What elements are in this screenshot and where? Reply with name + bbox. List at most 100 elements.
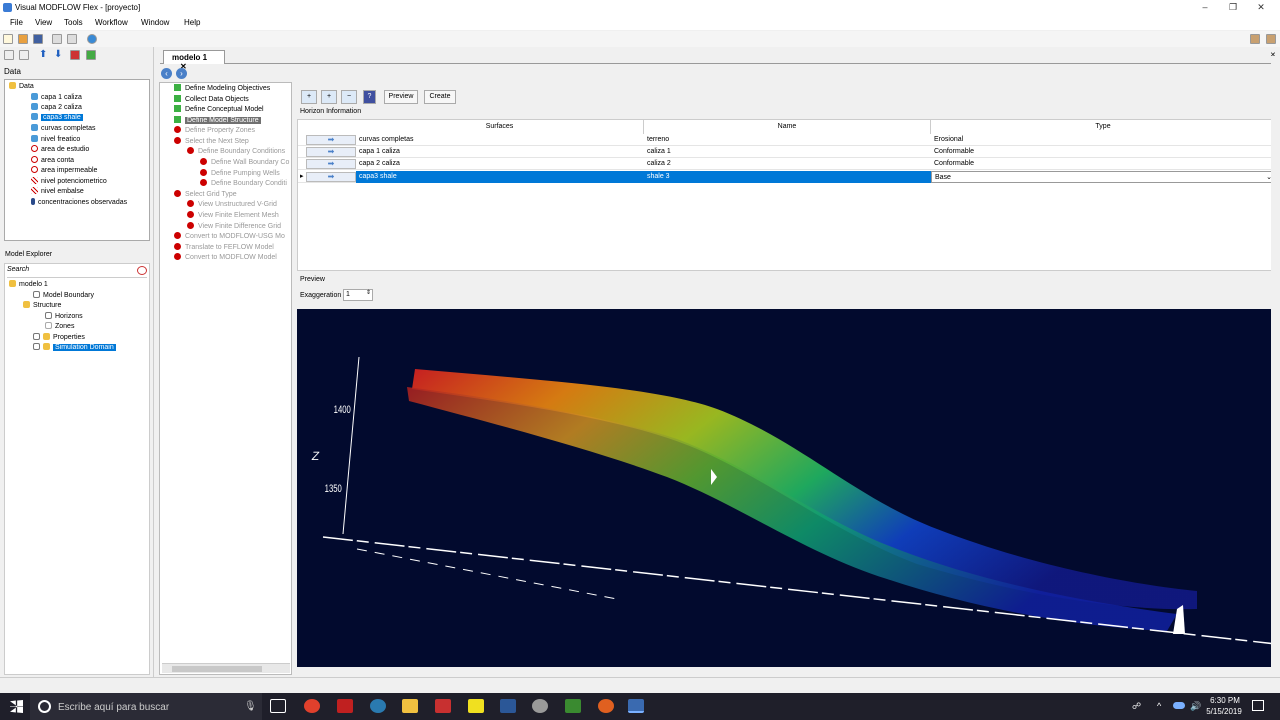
menu-file[interactable]: File bbox=[10, 18, 23, 27]
help-icon[interactable] bbox=[87, 34, 97, 44]
tree-item-data[interactable]: curvas completas bbox=[31, 124, 95, 133]
tree-item-simulation-domain[interactable]: Simulation Domain bbox=[33, 343, 116, 352]
app-icon-green[interactable] bbox=[565, 699, 581, 713]
workflow-step-current[interactable]: Define Model Structure bbox=[174, 116, 261, 126]
search-icon[interactable] bbox=[137, 266, 147, 275]
column-header-surfaces[interactable]: Surfaces bbox=[356, 120, 644, 134]
menu-help[interactable]: Help bbox=[184, 18, 200, 27]
workflow-step[interactable]: Convert to MODFLOW Model bbox=[174, 253, 277, 263]
column-header-type[interactable]: Type bbox=[931, 120, 1276, 134]
sticky-notes-icon[interactable] bbox=[468, 699, 484, 713]
open-icon[interactable] bbox=[18, 34, 28, 44]
table-row[interactable]: ➡ capa 2 caliza caliza 2 Conformable bbox=[298, 158, 1276, 170]
arrow-icon[interactable]: ➡ bbox=[306, 147, 356, 157]
3d-viewer[interactable]: Z 1400 1350 bbox=[297, 309, 1277, 667]
tree-item-model[interactable]: modelo 1 bbox=[9, 280, 48, 289]
panel-icon[interactable] bbox=[67, 34, 77, 44]
arrow-icon[interactable]: ➡ bbox=[306, 135, 356, 145]
back-icon[interactable]: ‹ bbox=[161, 68, 172, 79]
menu-workflow[interactable]: Workflow bbox=[95, 18, 128, 27]
flag-icon[interactable] bbox=[1266, 34, 1276, 44]
checkbox[interactable] bbox=[33, 333, 40, 340]
chevron-up-icon[interactable]: ^ bbox=[1157, 701, 1161, 711]
horizontal-scrollbar[interactable] bbox=[162, 663, 290, 673]
microphone-icon[interactable]: 🎙 bbox=[244, 701, 257, 712]
file-explorer-icon[interactable] bbox=[402, 699, 418, 713]
tree-item-structure[interactable]: Structure bbox=[23, 301, 61, 310]
menu-view[interactable]: View bbox=[35, 18, 52, 27]
clock-time[interactable]: 6:30 PM bbox=[1210, 696, 1240, 705]
workflow-step[interactable]: Define Conceptual Model bbox=[174, 105, 264, 115]
insert-horizon-icon[interactable]: + bbox=[321, 90, 337, 104]
cell-surface[interactable]: capa3 shale bbox=[356, 171, 644, 183]
workflow-step[interactable]: Convert to MODFLOW-USG Mo bbox=[174, 232, 285, 242]
create-button[interactable]: Create bbox=[424, 90, 456, 104]
down-arrow-icon[interactable]: ⬇ bbox=[54, 49, 62, 60]
exaggeration-stepper[interactable]: 1 ⇕ bbox=[343, 289, 373, 301]
workflow-step[interactable]: Define Wall Boundary Co bbox=[200, 158, 289, 168]
tree-item-data[interactable]: capa 1 caliza bbox=[31, 93, 82, 102]
cell-type[interactable]: Conformable bbox=[931, 158, 1276, 170]
tree-item-data[interactable]: area conta bbox=[31, 156, 74, 165]
maximize-button[interactable]: ❐ bbox=[1218, 0, 1248, 15]
app-icon-box[interactable] bbox=[435, 699, 451, 713]
tree-item-data-root[interactable]: Data bbox=[9, 82, 34, 91]
app-icon-gray[interactable] bbox=[532, 699, 548, 713]
workflow-step[interactable]: Define Boundary Conditi bbox=[200, 179, 287, 189]
search-input[interactable]: Search bbox=[7, 266, 137, 276]
up-arrow-icon[interactable]: ⬆ bbox=[39, 49, 47, 60]
new-icon[interactable] bbox=[3, 34, 13, 44]
checkbox[interactable] bbox=[33, 343, 40, 350]
cell-type[interactable]: Conformable bbox=[931, 146, 1276, 158]
add-icon[interactable] bbox=[86, 50, 96, 60]
tree-item-data[interactable]: area impermeable bbox=[31, 166, 97, 175]
tree-item-data[interactable]: nivel freatico bbox=[31, 135, 80, 144]
close-button[interactable]: ✕ bbox=[1246, 0, 1276, 15]
tree-item-data[interactable]: concentraciones observadas bbox=[31, 198, 127, 207]
workflow-step[interactable]: Define Boundary Conditions bbox=[187, 147, 285, 157]
app-icon-red[interactable] bbox=[337, 699, 353, 713]
spin-arrows-icon[interactable]: ⇕ bbox=[366, 289, 371, 296]
scrollbar-thumb[interactable] bbox=[172, 666, 262, 672]
tree-item-data[interactable]: area de estudio bbox=[31, 145, 89, 154]
add-horizon-icon[interactable]: + bbox=[301, 90, 317, 104]
layout-icon[interactable] bbox=[52, 34, 62, 44]
cell-type-dropdown[interactable]: Base ⌄ bbox=[931, 171, 1276, 183]
workflow-step[interactable]: Define Property Zones bbox=[174, 126, 255, 136]
tree-item-data[interactable]: nivel potenciometrico bbox=[31, 177, 107, 186]
tree-item-zones[interactable]: Zones bbox=[45, 322, 74, 331]
taskbar-search-box[interactable]: Escribe aquí para buscar 🎙 bbox=[30, 693, 262, 720]
tree-item-data[interactable]: capa 2 caliza bbox=[31, 103, 82, 112]
workflow-step[interactable]: View Unstructured V-Grid bbox=[187, 200, 277, 210]
cell-name[interactable]: caliza 2 bbox=[644, 158, 931, 170]
onedrive-icon[interactable] bbox=[1173, 702, 1185, 709]
workflow-step[interactable]: Define Modeling Objectives bbox=[174, 84, 270, 94]
windows-start-icon[interactable] bbox=[10, 700, 23, 713]
cell-surface[interactable]: capa 2 caliza bbox=[356, 158, 644, 170]
workflow-step[interactable]: Define Pumping Wells bbox=[200, 169, 280, 179]
remove-horizon-icon[interactable]: − bbox=[341, 90, 357, 104]
cell-name[interactable]: terreno bbox=[644, 134, 931, 146]
task-view-icon[interactable] bbox=[270, 699, 286, 713]
workflow-step[interactable]: Select Grid Type bbox=[174, 190, 237, 200]
tree-item-data[interactable]: capa3 shale bbox=[31, 113, 83, 122]
forward-icon[interactable]: › bbox=[176, 68, 187, 79]
help-button-icon[interactable]: ? bbox=[363, 90, 376, 104]
thumb-icon[interactable] bbox=[1250, 34, 1260, 44]
cell-surface[interactable]: curvas completas bbox=[356, 134, 644, 146]
collapse-icon[interactable] bbox=[4, 50, 14, 60]
tree-item-properties[interactable]: Properties bbox=[33, 333, 85, 342]
preview-button[interactable]: Preview bbox=[384, 90, 418, 104]
notification-icon[interactable] bbox=[1252, 700, 1264, 711]
table-row-selected[interactable]: ▸ ➡ capa3 shale shale 3 Base ⌄ bbox=[298, 171, 1276, 183]
arrow-icon[interactable]: ➡ bbox=[306, 159, 356, 169]
tree-item-model-boundary[interactable]: Model Boundary bbox=[33, 291, 94, 300]
checkbox[interactable] bbox=[45, 322, 52, 329]
menu-window[interactable]: Window bbox=[141, 18, 169, 27]
clock-date[interactable]: 5/15/2019 bbox=[1204, 707, 1244, 716]
people-icon[interactable]: ☍ bbox=[1132, 701, 1141, 712]
delete-icon[interactable] bbox=[70, 50, 80, 60]
arrow-icon[interactable]: ➡ bbox=[306, 172, 356, 182]
tree-item-horizons[interactable]: Horizons bbox=[45, 312, 83, 321]
app-icon-globe[interactable] bbox=[370, 699, 386, 713]
